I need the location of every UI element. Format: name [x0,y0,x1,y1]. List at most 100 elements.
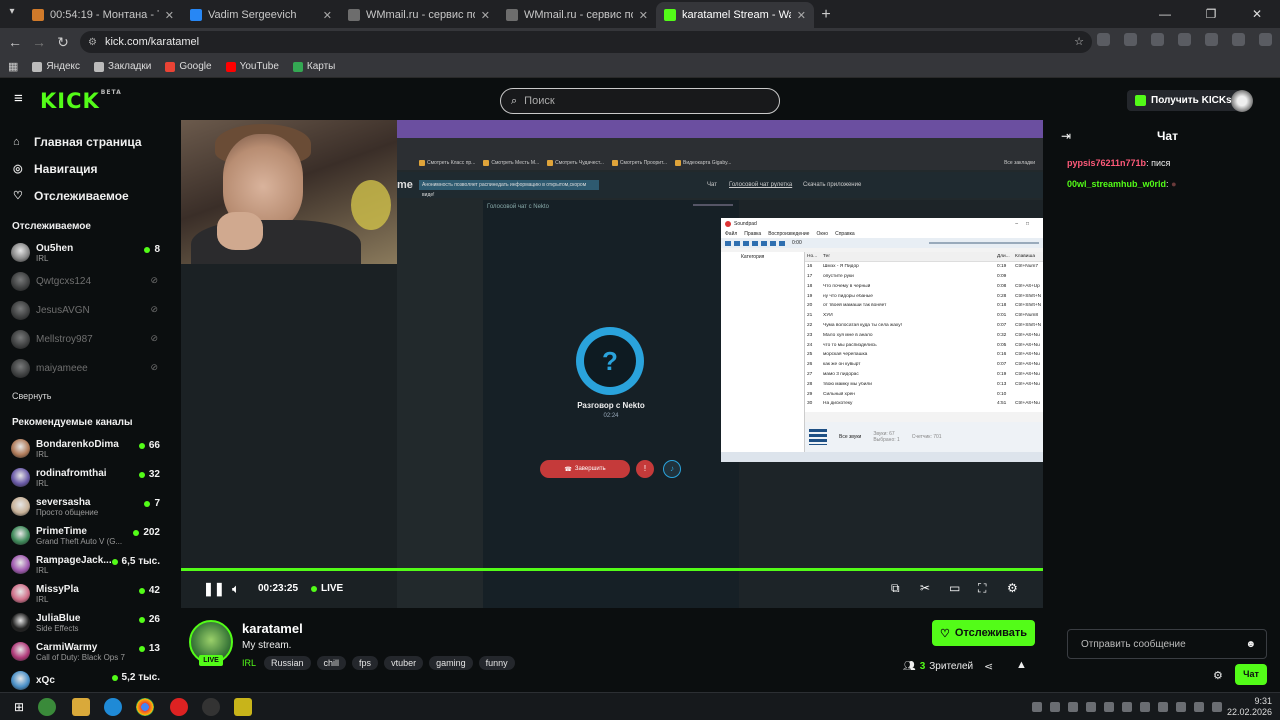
stream-tag[interactable]: chill [316,656,347,670]
bookmark-item[interactable]: Google [165,61,212,72]
browser-tab[interactable]: WMmail.ru - сервис почтовых ✕ [498,2,656,28]
collapse-button[interactable]: Свернуть [0,391,170,405]
browser-tab[interactable]: WMmail.ru - сервис почтовых ✕ [340,2,498,28]
bookmark-item[interactable]: Закладки [94,61,151,72]
channel-item[interactable]: BondarenkoDima IRL 66 [0,434,170,463]
settings-icon[interactable]: ⚙ [1007,581,1018,595]
browser-tab[interactable]: karatamel Stream - Watch L ✕ [656,2,814,28]
tab-close-icon[interactable]: ✕ [323,9,332,22]
file-explorer-icon[interactable] [72,698,90,716]
address-bar[interactable]: ⚙ kick.com/karatamel ☆ [80,31,1092,53]
extension-icon[interactable] [1124,33,1137,46]
sidebar-nav-item[interactable]: ◎ Навигация [0,155,170,182]
soundpad-row: 19 ну что пидоры ебаные 0:28 Ctrl+Shift+N [805,291,1043,301]
user-avatar[interactable] [1231,90,1253,112]
puzzle-icon[interactable] [1178,33,1191,46]
bookmark-star-icon[interactable]: ☆ [1074,35,1084,48]
channel-item[interactable]: MissyPla IRL 42 [0,579,170,608]
tab-close-icon[interactable]: ✕ [797,9,806,22]
channel-item[interactable]: RampageJack... IRL 6,5 тыс. [0,550,170,579]
channel-item[interactable]: seversasha Просто общение 7 [0,492,170,521]
bookmark-item[interactable]: Карты [292,61,335,72]
live-dot [111,674,118,681]
bookmark-item[interactable]: Яндекс [32,61,80,72]
chat-username[interactable]: 00wl_streamhub_w0rld [1067,179,1166,189]
fullscreen-icon[interactable]: ⛶ [978,581,986,596]
steam-icon[interactable] [202,698,220,716]
browser-tab[interactable]: 00:54:19 - Монтана - The West ✕ [24,2,182,28]
search-icon: ⌕ [511,94,518,107]
chat-input[interactable]: Отправить сообщение ☻ [1067,629,1267,659]
stream-tag[interactable]: funny [478,656,515,670]
clip-icon[interactable]: ✂ [920,581,930,595]
clock[interactable]: 9:31 22.02.2026 [1227,696,1272,718]
stream-tag[interactable]: gaming [429,656,473,670]
new-tab-button[interactable]: + [814,2,838,28]
volume-icon[interactable]: 🔈︎ [232,581,240,597]
channel-item[interactable]: Qwtgcxs124 ⊘ [0,267,170,296]
edge-icon[interactable] [104,698,122,716]
channel-item[interactable]: Mellstroy987 ⊘ [0,325,170,354]
channel-name[interactable]: karatamel [242,621,303,636]
follow-button[interactable]: ♡ Отслеживать [932,620,1035,646]
pip-icon[interactable]: ⧉ [891,581,900,596]
forward-icon[interactable]: → [27,34,51,50]
media-icon[interactable] [1205,33,1218,46]
channel-item[interactable]: rodinafromthai IRL 32 [0,463,170,492]
channel-avatar [11,359,30,378]
kick-logo[interactable]: KICKBETA [40,89,122,113]
channel-item[interactable]: PrimeTime Grand Theft Auto V (G... 202 [0,521,170,550]
stream-tag[interactable]: vtuber [384,656,424,670]
profile-icon[interactable] [1232,33,1245,46]
app-icon[interactable] [38,698,56,716]
call-title: Разговор с Nekto [577,401,645,410]
theater-icon[interactable]: ▭ [949,581,960,595]
chat-username[interactable]: pypsis76211n771b [1067,158,1146,168]
progress-bar[interactable] [181,568,1043,571]
stream-tag[interactable]: Russian [264,656,311,670]
windows-start-icon[interactable]: ⊞ [10,698,28,716]
get-kicks-button[interactable]: Получить KICKs [1127,90,1240,111]
minimize-icon[interactable]: — [1142,0,1188,28]
extension-icon[interactable] [1151,33,1164,46]
channel-item[interactable]: JesusAVGN ⊘ [0,296,170,325]
menu-dots-icon[interactable] [1259,33,1272,46]
menu-icon[interactable]: ≡ [14,91,28,106]
stream-bookmark-label: Смотреть Проорит... [619,160,668,166]
report-icon[interactable]: ▲ [1016,659,1027,671]
video-player[interactable]: Смотреть Класс пр... Смотреть Месть М... С… [181,120,1043,608]
channel-item[interactable]: xQc 5,2 тыс. [0,666,170,692]
translate-icon[interactable] [1097,33,1110,46]
chat-send-button[interactable]: Чат [1235,664,1267,685]
channel-item[interactable]: JuliaBlue Side Effects 26 [0,608,170,637]
category-link[interactable]: IRL [242,658,256,668]
search-input[interactable]: ⌕ Поиск [500,88,780,114]
browser-tab[interactable]: Vadim Sergeevich ✕ [182,2,340,28]
tab-close-icon[interactable]: ✕ [481,9,490,22]
nekto-note: Анонимность позволяет распинедать информ… [419,180,599,198]
channel-item[interactable]: maiyameee ⊘ [0,354,170,383]
tab-close-icon[interactable]: ✕ [165,9,174,22]
sidebar-nav-item[interactable]: ♡ Отслеживаемое [0,182,170,209]
back-icon[interactable]: ← [3,34,27,50]
stream-tag[interactable]: fps [352,656,379,670]
stream-tags: IRL Russian chill fps vtuber gaming funny [242,656,515,670]
opera-icon[interactable] [170,698,188,716]
tab-close-icon[interactable]: ✕ [639,9,648,22]
app-icon[interactable] [234,698,252,716]
apps-grid-icon[interactable]: ▦ [8,60,18,73]
tab-search-icon[interactable]: ▾ [4,6,20,22]
channel-item[interactable]: CarmiWarmy Call of Duty: Black Ops 7 13 [0,637,170,666]
share-icon[interactable]: ⋖ [984,660,993,673]
maximize-icon[interactable]: ❐ [1188,0,1234,28]
chrome-icon[interactable] [136,698,154,716]
close-window-icon[interactable]: ✕ [1234,0,1280,28]
pause-icon[interactable]: ❚❚ [203,581,225,597]
channel-item[interactable]: Ou5hen IRL 8 [0,238,170,267]
bookmark-item[interactable]: YouTube [225,61,279,72]
chat-settings-icon[interactable]: ⚙ [1213,669,1223,682]
site-info-icon[interactable]: ⚙ [88,37,97,48]
sidebar-nav-item[interactable]: ⌂ Главная страница [0,128,170,155]
live-indicator[interactable]: LIVE [311,583,343,594]
reload-icon[interactable]: ↻ [51,34,75,51]
